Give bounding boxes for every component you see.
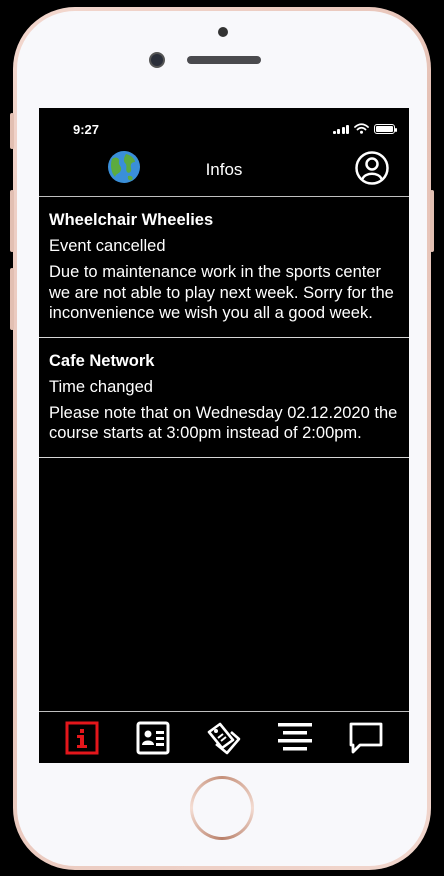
tab-contacts[interactable] (134, 719, 172, 757)
home-button[interactable] (190, 776, 254, 840)
status-time: 9:27 (73, 122, 100, 137)
info-card-subtitle: Event cancelled (49, 237, 166, 255)
info-card-title: Wheelchair Wheelies (49, 211, 214, 229)
signal-icon (332, 125, 349, 134)
tags-icon (207, 722, 241, 754)
power-button (430, 190, 434, 252)
app-header: Infos (39, 146, 409, 197)
account-circle-icon[interactable] (355, 151, 389, 185)
info-card-body: Due to maintenance work in the sports ce… (49, 263, 394, 322)
app-screen: 9:27 Infos Wheelchair Wheelies Event can (39, 108, 409, 763)
earpiece-speaker (187, 56, 261, 64)
tab-menu[interactable] (276, 719, 314, 757)
status-icons (332, 123, 397, 134)
page-title: Infos (205, 160, 243, 179)
info-icon (65, 721, 99, 754)
tab-infos[interactable] (63, 719, 101, 757)
tab-chat[interactable] (347, 719, 385, 757)
tab-offers[interactable] (205, 719, 243, 757)
info-feed: Wheelchair Wheelies Event cancelled Due … (39, 197, 409, 458)
front-camera (149, 52, 165, 68)
info-card-title: Cafe Network (49, 351, 155, 370)
battery-icon (374, 124, 397, 134)
wifi-icon (354, 123, 369, 134)
info-card-body: Please note that on Wednesday 02.12.2020… (49, 403, 398, 443)
contact-card-icon (136, 721, 170, 754)
menu-lines-icon (277, 722, 312, 750)
info-card[interactable]: Wheelchair Wheelies Event cancelled Due … (39, 197, 409, 338)
volume-up-button (10, 190, 14, 252)
info-card-subtitle: Time changed (49, 377, 153, 396)
tab-bar (39, 711, 409, 763)
volume-down-button (10, 268, 14, 330)
chat-bubble-icon (349, 722, 382, 753)
mute-switch (10, 113, 14, 149)
info-card[interactable]: Cafe Network Time changed Please note th… (39, 338, 409, 458)
proximity-sensor (218, 27, 228, 37)
